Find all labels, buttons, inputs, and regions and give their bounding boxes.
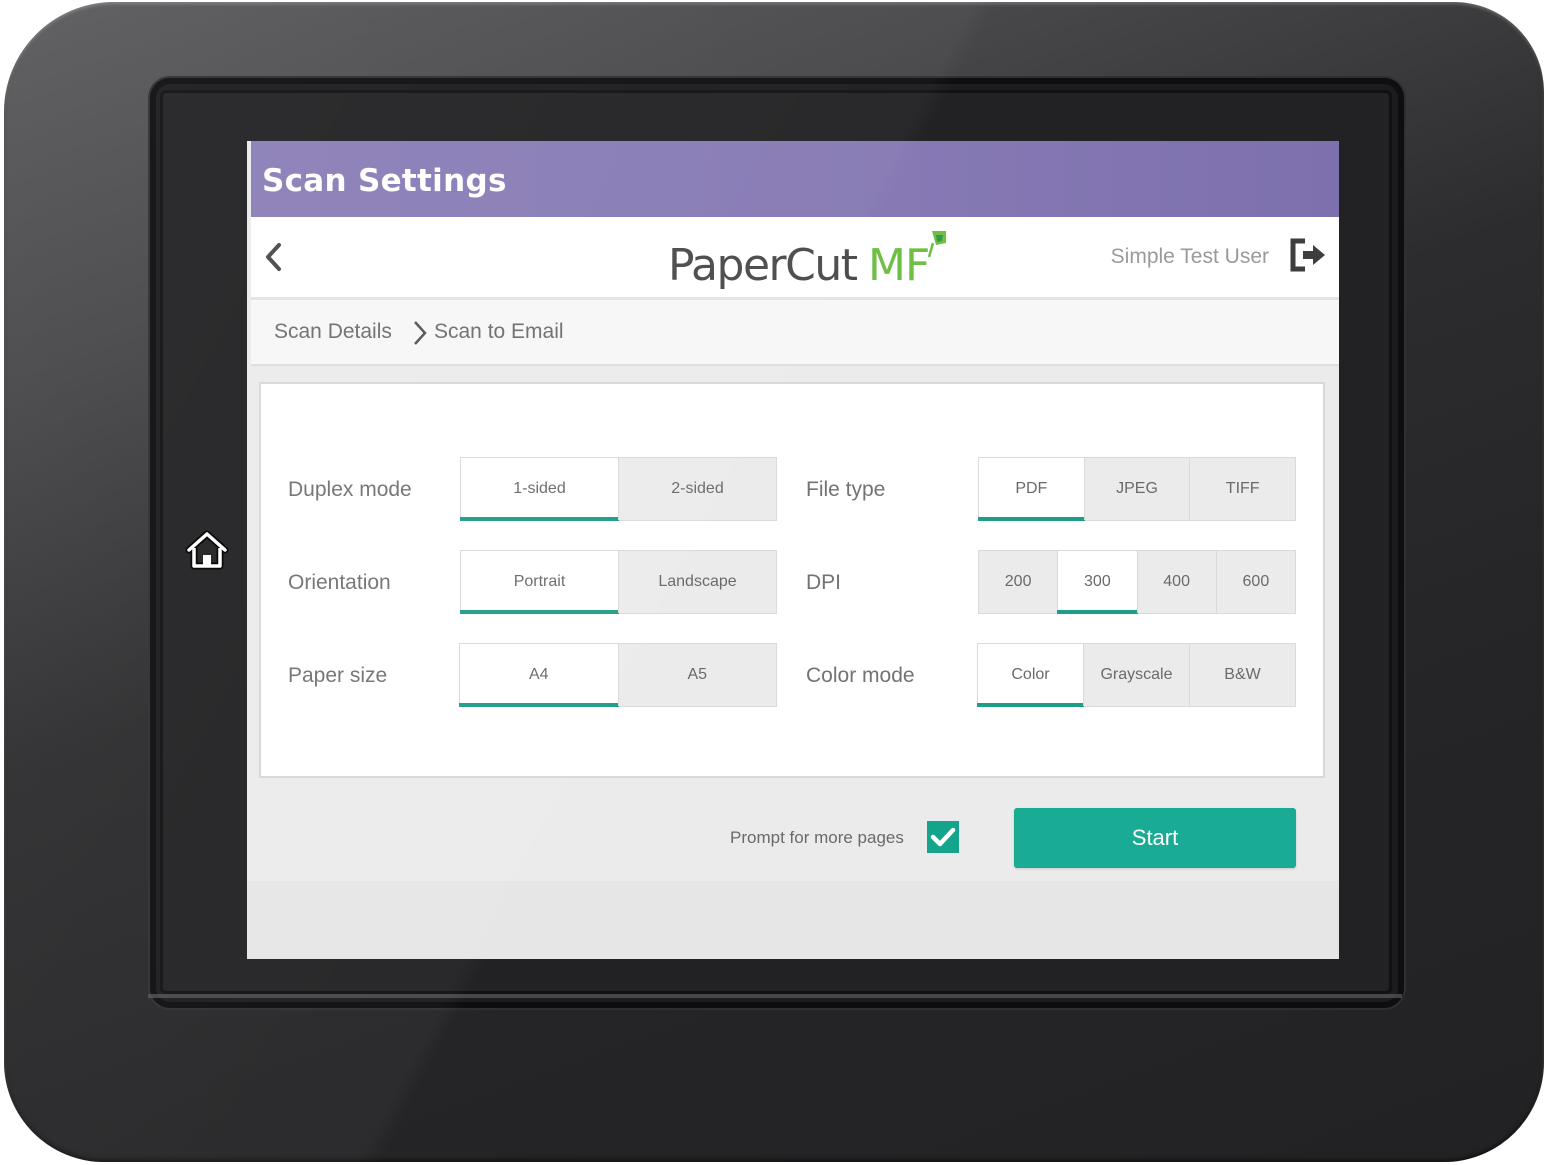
file-type-selector: PDF JPEG TIFF xyxy=(978,457,1296,521)
home-icon xyxy=(185,530,229,570)
title-bar: Scan Settings xyxy=(251,141,1339,217)
logout-icon xyxy=(1290,238,1325,272)
leaf-icon xyxy=(927,231,946,258)
orientation-option-landscape[interactable]: Landscape xyxy=(618,551,776,613)
dpi-option-200[interactable]: 200 xyxy=(979,551,1057,613)
back-button[interactable] xyxy=(259,239,289,275)
breadcrumb-scan-to-email: Scan to Email xyxy=(434,320,564,343)
paper-size-option-a5[interactable]: A5 xyxy=(617,644,777,706)
duplex-option-1-sided[interactable]: 1-sided xyxy=(460,458,619,521)
paper-size-selector: A4 A5 xyxy=(459,643,777,707)
dpi-option-300[interactable]: 300 xyxy=(1057,551,1138,614)
paper-size-label: Paper size xyxy=(288,664,388,687)
chevron-left-icon xyxy=(266,243,281,271)
user-name: Simple Test User xyxy=(1110,245,1269,268)
paper-size-option-a4[interactable]: A4 xyxy=(459,644,618,707)
color-mode-option-grayscale[interactable]: Grayscale xyxy=(1083,644,1189,706)
screen-footer-area xyxy=(247,881,1339,959)
file-type-option-jpeg[interactable]: JPEG xyxy=(1083,458,1190,520)
breadcrumb-scan-details[interactable]: Scan Details xyxy=(274,320,392,344)
settings-panel: Duplex mode 1-sided 2-sided Orientation … xyxy=(259,382,1325,778)
duplex-mode-label: Duplex mode xyxy=(288,478,412,501)
bezel-ridge xyxy=(148,994,1402,998)
breadcrumb: Scan Details Scan to Email xyxy=(251,300,1339,366)
dpi-selector: 200 300 400 600 xyxy=(978,550,1296,614)
logout-button[interactable] xyxy=(1289,237,1329,273)
dpi-label: DPI xyxy=(806,571,842,594)
prompt-more-pages-label: Prompt for more pages xyxy=(730,828,904,847)
file-type-option-pdf[interactable]: PDF xyxy=(978,458,1085,521)
logo-suffix: MF xyxy=(868,240,930,291)
checkmark-icon xyxy=(930,827,956,847)
color-mode-label: Color mode xyxy=(806,664,915,687)
home-button[interactable] xyxy=(184,527,230,573)
orientation-option-portrait[interactable]: Portrait xyxy=(460,551,619,614)
page-title: Scan Settings xyxy=(262,163,507,199)
app-header: PaperCut MF Simple Test User xyxy=(251,217,1339,300)
orientation-label: Orientation xyxy=(288,571,391,594)
duplex-option-2-sided[interactable]: 2-sided xyxy=(618,458,776,520)
color-mode-selector: Color Grayscale B&W xyxy=(977,643,1296,707)
color-mode-option-bw[interactable]: B&W xyxy=(1189,644,1295,706)
duplex-mode-selector: 1-sided 2-sided xyxy=(460,457,777,521)
color-mode-option-color[interactable]: Color xyxy=(977,644,1084,707)
dpi-option-600[interactable]: 600 xyxy=(1215,551,1295,613)
chevron-right-icon xyxy=(414,321,427,345)
dpi-option-400[interactable]: 400 xyxy=(1136,551,1216,613)
logo-text: PaperCut xyxy=(668,240,858,291)
prompt-more-pages-checkbox[interactable] xyxy=(927,821,959,853)
orientation-selector: Portrait Landscape xyxy=(460,550,777,614)
file-type-option-tiff[interactable]: TIFF xyxy=(1189,458,1295,520)
touch-screen: Scan Settings PaperCut MF Simple Test Us… xyxy=(247,141,1339,959)
start-button[interactable]: Start xyxy=(1014,808,1296,868)
file-type-label: File type xyxy=(806,478,886,501)
